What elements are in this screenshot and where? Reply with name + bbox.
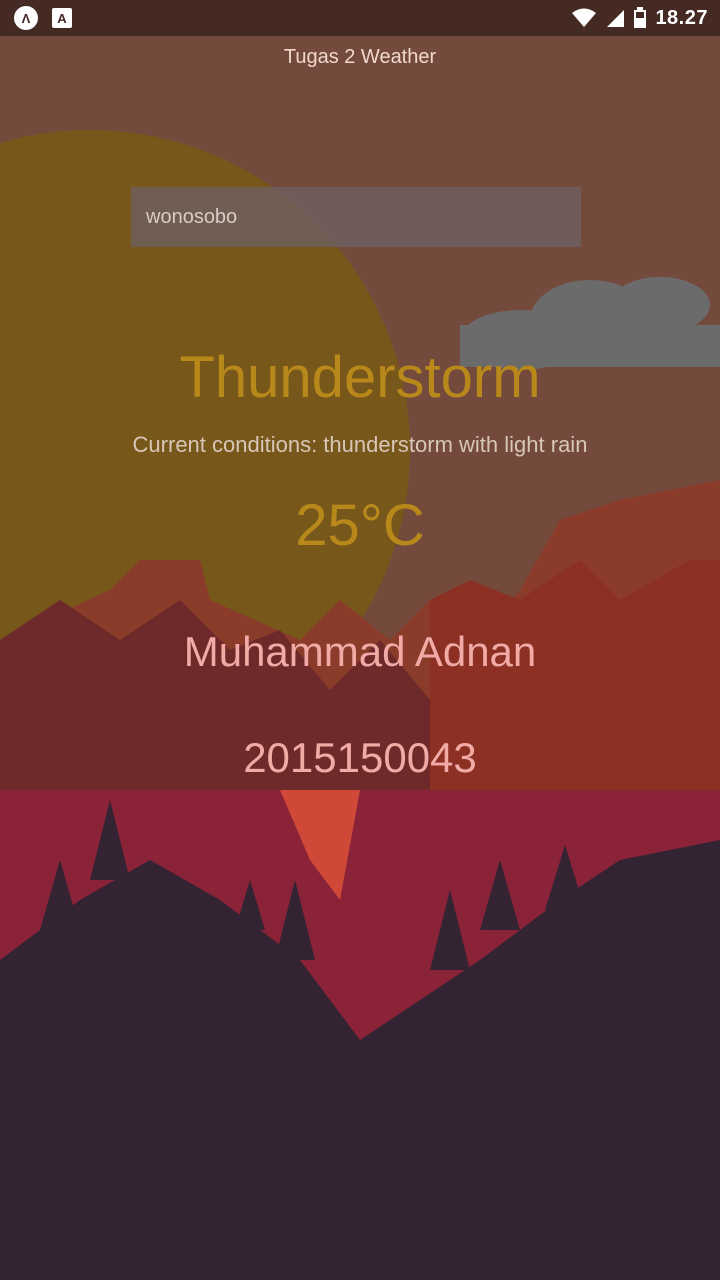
- status-bar: Λ A 18.27: [0, 0, 720, 36]
- city-input[interactable]: wonosobo: [131, 187, 581, 247]
- student-id: 2015150043: [243, 734, 477, 781]
- student-name: Muhammad Adnan: [183, 628, 537, 675]
- weather-main-label: Thunderstorm: [179, 345, 541, 410]
- battery-icon: [634, 7, 647, 28]
- weather-conditions-text: Current conditions: thunderstorm with li…: [132, 432, 588, 457]
- status-time: 18.27: [655, 6, 708, 29]
- app-notification-icon: A: [52, 8, 72, 28]
- app-title: Tugas 2 Weather: [283, 46, 437, 68]
- signal-icon: [607, 10, 625, 27]
- temperature-value: 25°C: [295, 493, 425, 558]
- app-notification-icon: Λ: [14, 6, 38, 30]
- wifi-icon: [572, 8, 597, 27]
